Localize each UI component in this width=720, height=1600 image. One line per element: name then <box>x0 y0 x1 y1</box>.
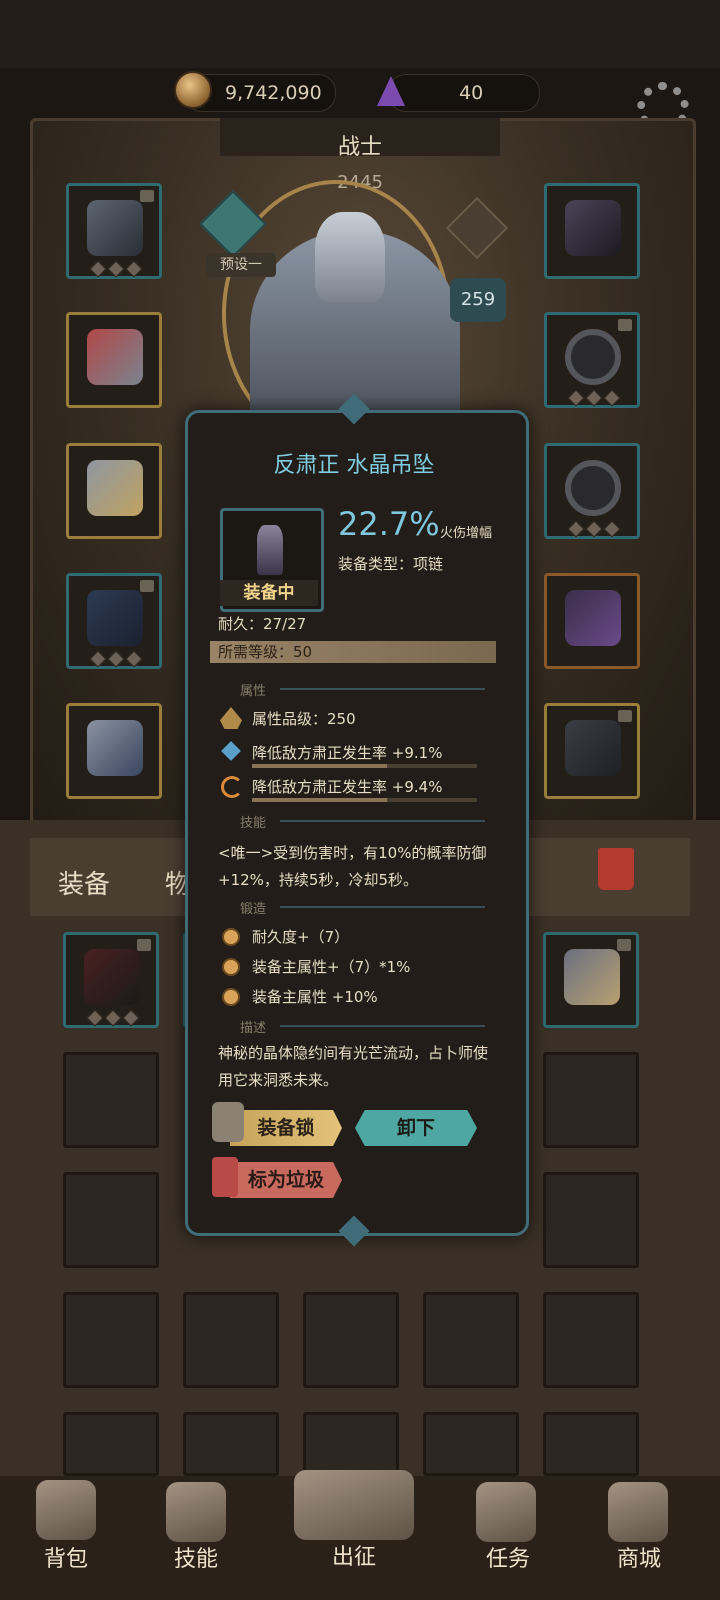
top-bar <box>0 0 720 68</box>
lock-icon <box>137 939 151 951</box>
unequip-button[interactable]: 卸下 <box>355 1110 477 1146</box>
equipped-tag: 装备中 <box>220 580 318 606</box>
empty-slot[interactable] <box>543 1172 639 1268</box>
forge-1: 耐久度+（7） <box>252 928 350 946</box>
section-attributes: 属性 <box>240 684 267 699</box>
empty-slot[interactable] <box>543 1052 639 1148</box>
lock-icon <box>617 939 631 951</box>
item-name: 反肃正 水晶吊坠 <box>273 453 435 478</box>
empty-slot[interactable] <box>543 1412 639 1476</box>
forge-dot-icon <box>222 928 240 946</box>
gem-counter: 40 <box>388 74 540 112</box>
forge-dot-icon <box>222 988 240 1006</box>
hero-helmet <box>315 212 385 302</box>
attribute-2: 降低敌方肃正发生率 +9.4% <box>252 778 443 796</box>
forge-2: 装备主属性+（7）*1% <box>252 958 411 976</box>
attribute-1: 降低敌方肃正发生率 +9.1% <box>252 744 443 762</box>
empty-slot[interactable] <box>303 1412 399 1476</box>
class-name: 战士 <box>337 135 382 160</box>
empty-slot[interactable] <box>63 1292 159 1388</box>
empty-slot[interactable] <box>423 1412 519 1476</box>
durability: 耐久：27/27 <box>218 615 307 633</box>
section-skill: 技能 <box>240 816 267 831</box>
empty-slot[interactable] <box>543 1292 639 1388</box>
trash-can-icon[interactable] <box>598 848 634 890</box>
empty-slot[interactable] <box>63 1052 159 1148</box>
purple-gem-icon <box>377 76 405 106</box>
forge-3: 装备主属性 +10% <box>252 988 378 1006</box>
shop-crown-icon[interactable] <box>608 1482 668 1542</box>
cycle-stat-icon <box>221 776 243 798</box>
equip-slot-ring-1[interactable] <box>544 312 640 408</box>
empty-slot[interactable] <box>63 1172 159 1268</box>
empty-slot[interactable] <box>183 1412 279 1476</box>
gold-amount: 9,742,090 <box>225 82 322 104</box>
lock-button[interactable]: 装备锁 <box>230 1110 342 1146</box>
lock-icon <box>140 190 154 202</box>
coin-icon <box>174 71 212 109</box>
equip-slot-helmet[interactable] <box>66 183 162 279</box>
lock-icon <box>140 580 154 592</box>
equip-slot-weapon[interactable] <box>544 573 640 669</box>
nav-expedition[interactable]: 出征 <box>309 1539 399 1571</box>
equip-slot-boots[interactable] <box>66 703 162 799</box>
skill-text: <唯一>受到伤害时，有10%的概率防御+12%，持续5秒，冷却5秒。 <box>218 844 487 889</box>
empty-slot[interactable] <box>63 1412 159 1476</box>
section-description: 描述 <box>240 1021 267 1036</box>
equip-slot-armor[interactable] <box>66 312 162 408</box>
preset-label[interactable]: 预设一 <box>206 253 276 277</box>
skill-book-icon[interactable] <box>166 1482 226 1542</box>
inventory-item-helmet[interactable] <box>543 932 639 1028</box>
mark-trash-button[interactable]: 标为垃圾 <box>230 1162 342 1198</box>
empty-slot[interactable] <box>303 1292 399 1388</box>
nav-shop[interactable]: 商城 <box>594 1541 684 1573</box>
attribute-grade: 属性品级：250 <box>252 710 356 728</box>
required-level-bar: 所需等级：50 <box>210 641 496 663</box>
equip-slot-shield[interactable] <box>544 703 640 799</box>
empty-slot[interactable] <box>183 1292 279 1388</box>
scroll-icon[interactable] <box>476 1482 536 1542</box>
forge-dot-icon <box>222 958 240 976</box>
lock-icon <box>618 710 632 722</box>
nav-skills[interactable]: 技能 <box>151 1541 241 1573</box>
main-stat-value: 22.7% <box>338 505 440 543</box>
nav-tasks[interactable]: 任务 <box>463 1541 553 1573</box>
empty-slot[interactable] <box>423 1292 519 1388</box>
nav-backpack[interactable]: 背包 <box>21 1541 111 1573</box>
lock-icon <box>618 319 632 331</box>
inventory-item-sword[interactable] <box>63 932 159 1028</box>
trash-bin-icon <box>212 1157 238 1197</box>
tab-equipment[interactable]: 装备 <box>58 864 110 901</box>
level-badge: 259 <box>450 278 506 322</box>
equip-type: 装备类型：项链 <box>338 555 444 573</box>
crystal-pendant-icon <box>257 525 283 575</box>
equip-slot-gauntlet[interactable] <box>66 443 162 539</box>
equip-slot-necklace[interactable] <box>544 183 640 279</box>
gem-amount: 40 <box>459 82 484 104</box>
padlock-icon <box>212 1102 244 1142</box>
backpack-icon[interactable] <box>36 1480 96 1540</box>
description-text: 神秘的晶体隐约间有光芒流动，占卜师使用它来洞悉未来。 <box>218 1044 489 1089</box>
section-forge: 锻造 <box>240 902 267 917</box>
equip-slot-pants[interactable] <box>66 573 162 669</box>
equip-slot-ring-2[interactable] <box>544 443 640 539</box>
main-stat-label: 火伤增幅 <box>440 526 493 541</box>
sword-map-icon[interactable] <box>294 1470 414 1540</box>
